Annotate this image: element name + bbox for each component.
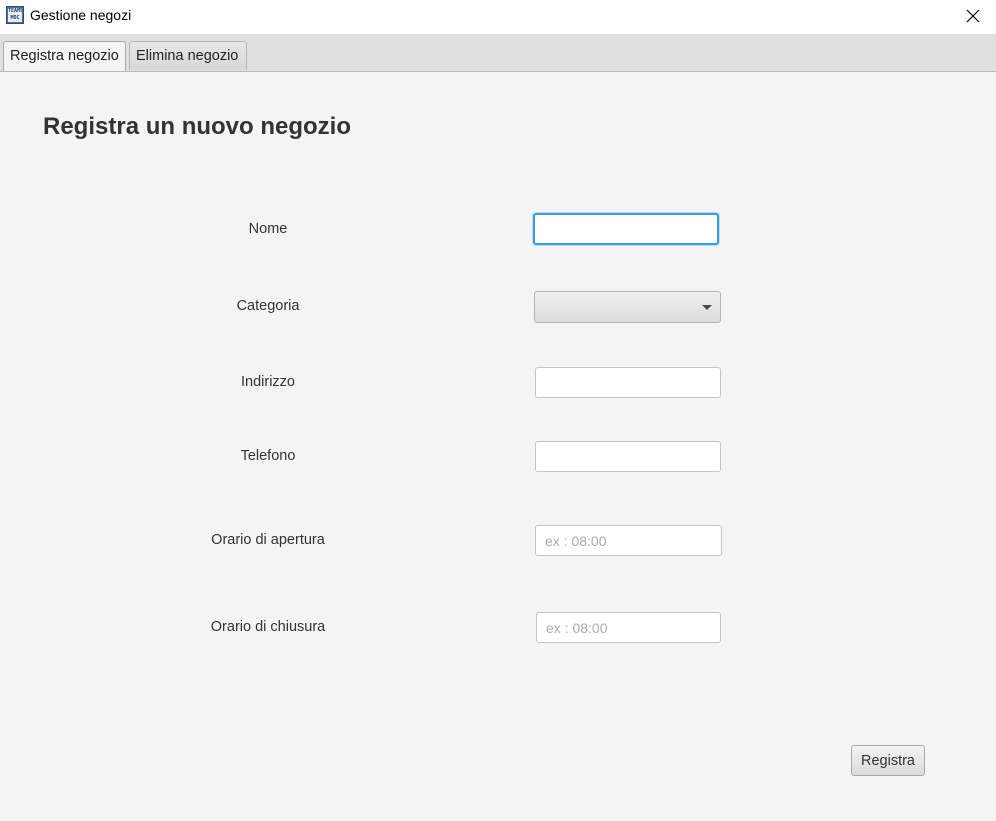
app-window: TEAMS MOC Gestione negozi Registra negoz… [0,0,996,821]
orario-apertura-field[interactable] [535,525,722,556]
app-icon: TEAMS MOC [6,6,24,24]
indirizzo-field[interactable] [535,367,721,398]
categoria-select[interactable] [534,291,721,323]
close-icon [966,9,980,23]
tab-elimina-negozio[interactable]: Elimina negozio [129,41,247,70]
app-icon-text: TEAMS MOC [8,8,22,22]
window-title: Gestione negozi [30,7,132,23]
nome-field[interactable] [533,213,719,245]
registra-button[interactable]: Registra [851,745,925,776]
telefono-field[interactable] [535,441,721,472]
tab-bar: Registra negozio Elimina negozio [0,34,996,72]
close-button[interactable] [950,0,996,32]
telefono-label: Telefono [240,448,296,464]
page-title: Registra un nuovo negozio [43,113,352,140]
categoria-label: Categoria [236,298,300,314]
nome-label: Nome [248,221,288,237]
orario-apertura-label: Orario di apertura [211,532,325,548]
indirizzo-label: Indirizzo [241,374,295,390]
chevron-down-icon [702,305,712,310]
tab-registra-negozio[interactable]: Registra negozio [3,41,126,71]
orario-chiusura-label: Orario di chiusura [210,619,326,635]
orario-chiusura-field[interactable] [536,612,721,643]
title-bar: TEAMS MOC Gestione negozi [0,0,996,34]
